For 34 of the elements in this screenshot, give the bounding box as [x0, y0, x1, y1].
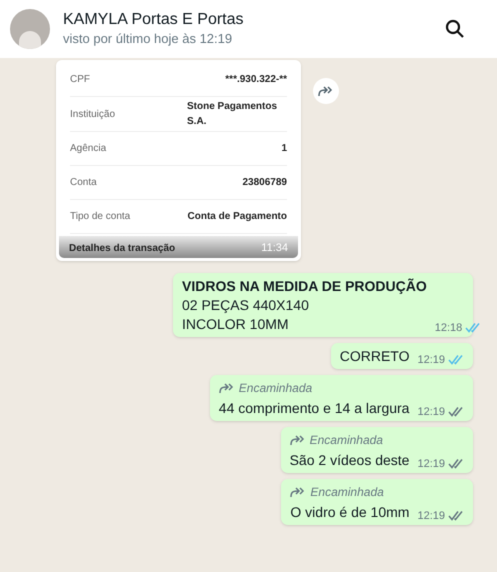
- message-text: São 2 vídeos deste: [290, 451, 410, 470]
- message-text: O vidro é de 10mm: [290, 503, 410, 522]
- receipt-label: Conta: [70, 176, 97, 190]
- receipt-value: 23806789: [242, 176, 287, 190]
- message-text: VIDROS NA MEDIDA DE PRODUÇÃO 02 PEÇAS 440X140 INCOLOR 10MM: [182, 277, 427, 334]
- message-time: 11:34: [261, 240, 288, 256]
- receipt-value: Conta de Pagamento: [188, 210, 287, 224]
- message-text: 44 comprimento e 14 a largura: [218, 399, 410, 418]
- receipt-label: Instituição: [70, 108, 116, 122]
- receipt-value: Stone Pagamentos S.A.: [187, 100, 278, 129]
- forward-icon: [218, 382, 235, 394]
- last-seen-status: visto por último hoje às 12:19: [63, 30, 234, 48]
- receipt-label: Tipo de conta: [70, 210, 130, 224]
- message-time: 12:19: [417, 404, 445, 420]
- forwarded-label: Encaminhada: [310, 484, 384, 501]
- forwarded-label: Encaminhada: [238, 380, 312, 397]
- forward-button[interactable]: [313, 78, 339, 104]
- contact-name[interactable]: KAMYLA Portas E Portas: [63, 10, 244, 30]
- image-message-bubble[interactable]: CPF ***.930.322-** Instituição Stone Pagamentos S.A. Agência 1 Conta 23806789 Tipo de conta Conta de Pagamento Detalhes da transação 11:34: [56, 60, 301, 261]
- receipt-heading: Detalhes da transação: [69, 242, 176, 256]
- message-time: 12:18: [434, 320, 462, 336]
- message-time: 12:19: [417, 352, 445, 368]
- message-time: 12:19: [417, 456, 445, 472]
- message-text: CORRETO: [340, 347, 410, 366]
- receipt-value: 1: [281, 142, 287, 156]
- search-icon: [445, 19, 465, 39]
- forward-icon: [290, 486, 306, 498]
- forward-icon: [318, 85, 334, 97]
- receipt-value: ***.930.322-**: [225, 73, 287, 87]
- message-time: 12:19: [417, 508, 445, 524]
- forward-icon: [290, 434, 306, 446]
- receipt-label: CPF: [70, 73, 90, 87]
- forwarded-label: Encaminhada: [310, 432, 383, 449]
- receipt-label: Agência: [70, 142, 106, 156]
